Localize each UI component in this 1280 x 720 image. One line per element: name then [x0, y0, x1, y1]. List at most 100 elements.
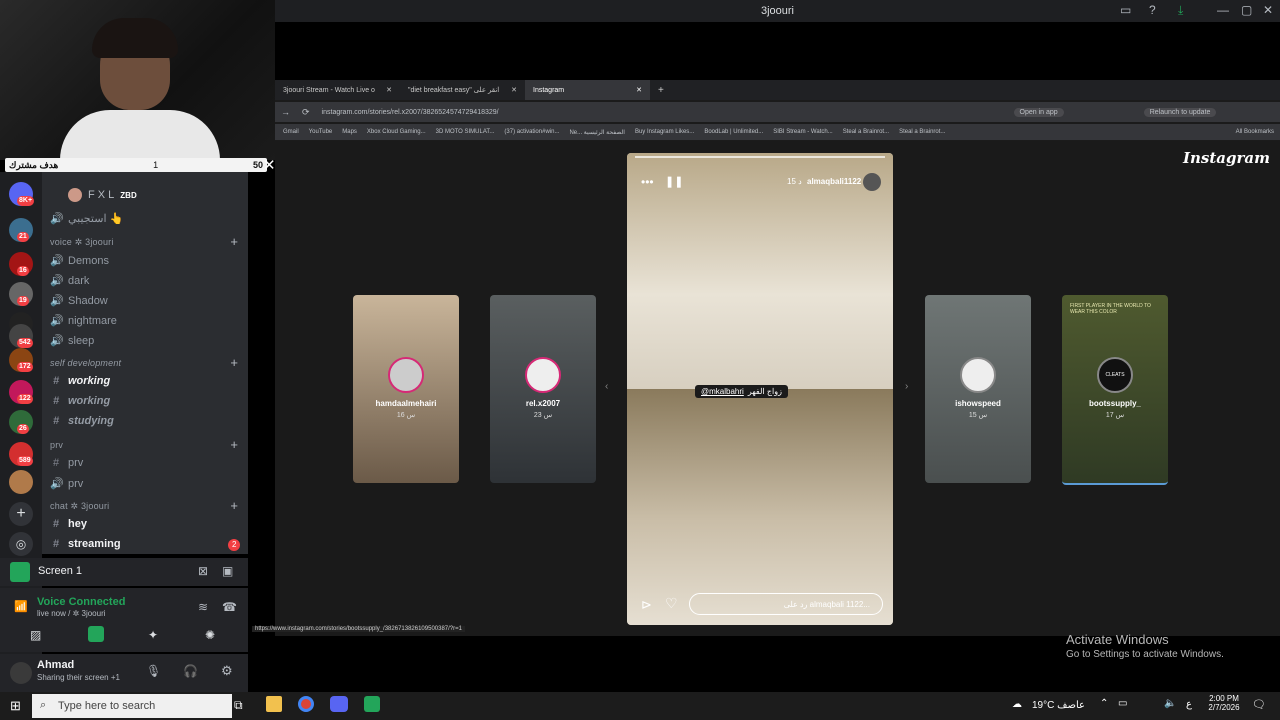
bookmark[interactable]: Xbox Cloud Gaming... [367, 129, 426, 135]
text-channel[interactable]: # working [50, 395, 110, 407]
voice-channel[interactable]: 🔊 dark [50, 274, 89, 288]
text-channel[interactable]: # streaming [50, 538, 121, 550]
close-icon[interactable]: ✕ [386, 86, 392, 94]
windows-start-icon[interactable]: ⊞ [10, 698, 21, 714]
server-icon[interactable]: 16 [9, 252, 33, 276]
disconnect-icon[interactable]: ☎ [222, 600, 237, 614]
add-channel-icon[interactable]: + [230, 234, 238, 249]
bookmark[interactable]: SIBI Stream - Watch... [773, 129, 832, 135]
minimize-button[interactable]: — [1217, 3, 1229, 17]
url-field[interactable]: instagram.com/stories/rel.x2007/38265245… [322, 109, 1002, 116]
tab-instagram[interactable]: Instagram ✕ [525, 80, 650, 100]
instagram-logo[interactable]: Instagram [1183, 149, 1270, 167]
close-button[interactable]: ✕ [1263, 3, 1273, 17]
server-icon[interactable]: 589 [9, 442, 33, 466]
bookmark[interactable]: Steal a Brainrot... [899, 129, 945, 135]
volume-icon[interactable]: 🔈 [1164, 698, 1176, 709]
story-card[interactable]: FIRST PLAYER IN THE WORLD TO WEAR THIS C… [1062, 295, 1168, 485]
category-self-development[interactable]: self development [50, 358, 121, 368]
network-icon[interactable]: ▭ [1118, 698, 1127, 709]
download-icon[interactable]: ⤓ [1178, 3, 1183, 18]
explore-icon[interactable]: ◎ [9, 532, 33, 556]
voice-channel[interactable]: 🔊 sleep [50, 334, 94, 348]
next-story-icon[interactable]: › [905, 381, 908, 392]
more-icon[interactable]: ••• [641, 175, 654, 189]
bookmark[interactable]: (37) activation#win... [504, 129, 559, 135]
server-icon[interactable]: 19 [9, 282, 33, 306]
server-icon[interactable]: 172 [9, 348, 33, 372]
server-icon[interactable]: 122 [9, 380, 33, 404]
text-channel[interactable]: # prv [50, 457, 83, 469]
tab-stream[interactable]: 3joouri Stream - Watch Live o ✕ [275, 80, 400, 100]
all-bookmarks[interactable]: All Bookmarks [1236, 129, 1274, 135]
server-icon[interactable]: 21 [9, 218, 33, 242]
voice-channel[interactable]: 🔊 Demons [50, 254, 109, 268]
close-icon[interactable]: ✕ [511, 86, 517, 94]
text-channel[interactable]: # studying [50, 415, 114, 427]
voice-detail[interactable]: live now / ✲ 3joouri [37, 609, 106, 618]
text-channel[interactable]: # working [50, 375, 110, 387]
story-card[interactable]: ishowspeed 15 س [925, 295, 1031, 483]
clock[interactable]: 2:00 PM 2/7/2026 [1206, 694, 1242, 712]
voice-channel[interactable]: 🔊 Shadow [50, 294, 108, 308]
goal-close-icon[interactable]: ✕ [263, 156, 276, 174]
category-chat[interactable]: chat ✲ 3joouri [50, 501, 109, 512]
bookmark[interactable]: YouTube [309, 129, 333, 135]
bookmark[interactable]: Gmail [283, 129, 299, 135]
chrome-icon[interactable] [298, 696, 314, 712]
story-card[interactable]: hamdaalmehairi 16 س [353, 295, 459, 483]
notification-icon[interactable]: 🗨 [1252, 698, 1266, 711]
task-view-icon[interactable]: ⧉ [234, 698, 243, 713]
weather[interactable]: 19°C عاصف [1032, 700, 1085, 711]
language-indicator[interactable]: ع [1186, 699, 1192, 710]
close-icon[interactable]: ✕ [636, 86, 642, 94]
stop-stream-icon[interactable]: ⊠ [198, 564, 208, 578]
voice-channel[interactable]: 🔊 استجيبي 👆 [50, 212, 123, 225]
new-tab-icon[interactable]: + [658, 85, 664, 96]
prev-story-icon[interactable]: ‹ [605, 381, 608, 392]
bookmark[interactable]: 3D MOTO SIMULAT... [436, 129, 495, 135]
story-card[interactable]: rel.x2007 23 س [490, 295, 596, 483]
add-channel-icon[interactable]: + [230, 498, 238, 513]
discord-icon[interactable] [330, 696, 348, 712]
reply-input[interactable]: رد على almaqbali 1122... [689, 593, 883, 615]
file-explorer-icon[interactable] [266, 696, 282, 712]
headphones-icon[interactable]: 🎧 [183, 664, 198, 678]
bookmark[interactable]: BoodLab | Unlimited... [704, 129, 763, 135]
bookmark[interactable]: Buy Instagram Likes... [635, 129, 694, 135]
weather-icon[interactable]: ☁ [1012, 699, 1022, 710]
voice-channel[interactable]: 🔊 nightmare [50, 314, 117, 328]
taskbar-search[interactable]: ⌕ Type here to search [32, 694, 232, 718]
heart-icon[interactable]: ♡ [665, 595, 678, 612]
maximize-button[interactable]: ▢ [1241, 3, 1252, 17]
bookmark[interactable]: Steal a Brainrot... [843, 129, 889, 135]
server-icon[interactable]: 26 [9, 410, 33, 434]
avatar[interactable] [10, 662, 32, 684]
tab-tiktok[interactable]: "diet breakfast easy" انقر على ✕ [400, 80, 525, 100]
inbox-icon[interactable]: ▭ [1120, 3, 1131, 17]
reload-icon[interactable]: ⟳ [302, 107, 310, 118]
send-icon[interactable]: ⊳ [641, 597, 652, 613]
pause-icon[interactable]: ❚❚ [665, 175, 683, 188]
video-off-icon[interactable]: ▨ [30, 628, 41, 642]
microphone-icon[interactable]: 🎙 [146, 664, 161, 678]
add-channel-icon[interactable]: + [230, 437, 238, 452]
server-icon[interactable]: 8K+ [9, 182, 35, 206]
bookmark[interactable]: Maps [342, 129, 357, 135]
soundboard-icon[interactable]: ✺ [205, 628, 215, 642]
gear-icon[interactable]: ⚙ [221, 663, 233, 679]
stream-settings-icon[interactable]: ▣ [222, 564, 233, 578]
relaunch-button[interactable]: Relaunch to update [1143, 107, 1217, 117]
help-icon[interactable]: ? [1149, 3, 1156, 17]
avatar[interactable] [863, 173, 881, 191]
forward-icon[interactable]: → [281, 107, 290, 117]
activities-icon[interactable]: ✦ [148, 628, 158, 642]
open-in-app-button[interactable]: Open in app [1013, 107, 1064, 117]
add-server-icon[interactable]: + [9, 502, 33, 526]
voice-channel[interactable]: 🔊 prv [50, 477, 83, 491]
signal-icon[interactable]: 📶 [14, 600, 28, 613]
category-voice[interactable]: voice ✲ 3joouri [50, 237, 114, 248]
category-prv[interactable]: prv [50, 440, 63, 450]
share-screen-icon[interactable] [88, 626, 104, 642]
add-channel-icon[interactable]: + [230, 355, 238, 370]
